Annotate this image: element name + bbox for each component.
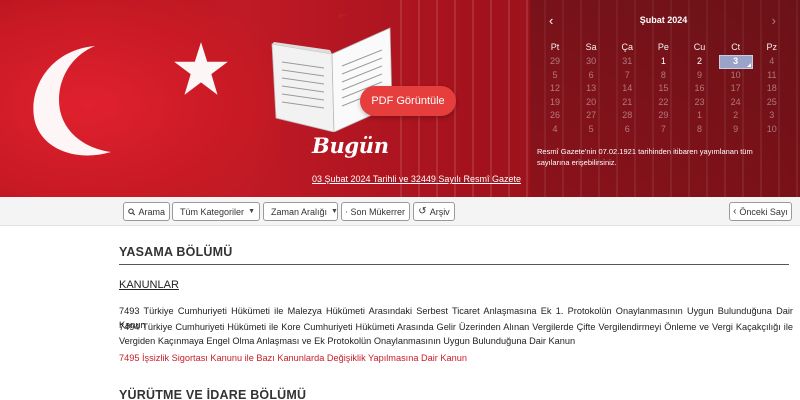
calendar-header: ‹ Şubat 2024 › — [537, 12, 790, 32]
law-link[interactable]: 7495 İşsizlik Sigortası Kanunu ile Bazı … — [119, 353, 467, 363]
section-title: YASAMA BÖLÜMÜ — [119, 245, 233, 259]
time-range-select[interactable]: Zaman Aralığı ▼ — [263, 202, 338, 221]
calendar-day: 10 — [766, 123, 777, 134]
weekday-label: Cu — [693, 42, 706, 52]
calendar-day: 21 — [622, 96, 633, 107]
previous-day-button[interactable]: ‹ Önceki Sayı — [729, 202, 792, 221]
archive-label: Arşiv — [429, 206, 450, 217]
calendar-day: 4 — [769, 56, 775, 66]
calendar-day: 5 — [588, 123, 594, 134]
calendar-day-selected[interactable]: 3 — [718, 55, 754, 69]
previous-day-label: Önceki Sayı — [739, 206, 788, 217]
newspaper-icon — [346, 210, 348, 213]
chevron-left-icon: ‹ — [733, 205, 737, 217]
archive-button[interactable]: ↺ Arşiv — [413, 202, 455, 221]
calendar-day: 15 — [658, 83, 669, 93]
today-gazette-link[interactable]: 03 Şubat 2024 Tarihli ve 32449 Sayılı Re… — [312, 174, 521, 184]
calendar-day: 27 — [586, 110, 597, 120]
calendar: ‹ Şubat 2024 › Pt Sa Ça Pe Cu Ct Pz 29 3… — [537, 12, 790, 137]
calendar-day: 6 — [588, 69, 594, 80]
calendar-day: 29 — [658, 110, 669, 120]
weekday-label: Pe — [657, 42, 669, 52]
category-select-label: Tüm Kategoriler — [180, 206, 245, 217]
calendar-day: 9 — [733, 123, 739, 134]
calendar-day: 5 — [552, 69, 558, 80]
previous-issues-button[interactable]: Son Mükerrer — [341, 202, 410, 221]
search-button-label: Arama — [138, 206, 165, 217]
calendar-day: 14 — [622, 83, 633, 93]
calendar-day: 6 — [624, 123, 630, 134]
section-divider — [119, 264, 789, 265]
calendar-day: 28 — [622, 110, 633, 120]
law-item[interactable]: 7494 Türkiye Cumhuriyeti Hükümeti ile Ko… — [119, 320, 793, 348]
calendar-day: 2 — [733, 110, 739, 120]
calendar-day: 30 — [586, 56, 597, 66]
calendar-day: 8 — [660, 69, 666, 80]
main-content: YASAMA BÖLÜMÜ KANUNLAR 7493 Türkiye Cumh… — [0, 226, 800, 400]
star-icon — [174, 42, 228, 95]
weekday-label: Ct — [731, 42, 741, 52]
calendar-day: 13 — [586, 83, 597, 93]
calendar-day: 22 — [658, 96, 669, 107]
calendar-day: 23 — [694, 96, 705, 107]
calendar-day: 9 — [697, 69, 703, 80]
calendar-day[interactable]: 1 — [645, 55, 681, 69]
calendar-day: 17 — [730, 83, 741, 93]
weekday-label: Pz — [766, 42, 778, 52]
calendar-day: 3 — [769, 110, 775, 120]
calendar-month-title[interactable]: Şubat 2024 — [537, 15, 790, 25]
calendar-day: 31 — [622, 56, 633, 66]
time-range-select-label: Zaman Aralığı — [271, 206, 328, 217]
calendar-day: 16 — [694, 83, 705, 93]
search-button[interactable]: Arama — [123, 202, 170, 221]
calendar-day: 1 — [697, 110, 703, 120]
history-icon: ↺ — [418, 205, 427, 217]
today-title: Bugün — [312, 133, 389, 158]
crescent-icon — [33, 46, 111, 156]
law-item[interactable]: 7495 İşsizlik Sigortası Kanunu ile Bazı … — [119, 351, 793, 365]
search-icon — [128, 208, 136, 215]
chevron-right-icon: › — [771, 13, 776, 28]
calendar-day: 20 — [586, 96, 597, 107]
previous-issues-label: Son Mükerrer — [350, 206, 405, 217]
calendar-day: 8 — [697, 123, 703, 134]
calendar-day: 7 — [624, 69, 630, 80]
calendar-day: 19 — [550, 96, 561, 107]
archive-note: Resmî Gazete'nin 07.02.1921 tarihinden i… — [537, 147, 753, 167]
category-select[interactable]: Tüm Kategoriler ▼ — [172, 202, 260, 221]
weekday-label: Sa — [585, 42, 597, 52]
calendar-day: 10 — [730, 69, 741, 80]
section-title: YÜRÜTME VE İDARE BÖLÜMÜ — [119, 388, 307, 400]
pdf-view-button[interactable]: PDF Görüntüle — [360, 86, 456, 116]
calendar-day: 29 — [550, 56, 561, 66]
toolbar: Arama Tüm Kategoriler ▼ Zaman Aralığı ▼ … — [0, 197, 800, 226]
chevron-down-icon: ▼ — [331, 208, 338, 215]
weekday-label: Pt — [550, 42, 560, 52]
calendar-day: 4 — [552, 123, 558, 134]
calendar-day: 12 — [550, 83, 561, 93]
subsection-title: KANUNLAR — [119, 279, 179, 291]
calendar-day: 7 — [660, 123, 666, 134]
calendar-day: 24 — [730, 96, 741, 107]
calendar-day: 26 — [550, 110, 561, 120]
weekday-label: Ça — [621, 42, 634, 52]
calendar-day: 18 — [766, 83, 777, 93]
calendar-day[interactable]: 2 — [682, 55, 718, 69]
hero-banner: PDF Görüntüle Bugün 03 Şubat 2024 Tarihl… — [0, 0, 800, 197]
calendar-day: 11 — [767, 69, 777, 80]
chevron-down-icon: ▼ — [248, 208, 255, 215]
calendar-day: 25 — [766, 96, 777, 107]
calendar-grid: Pt Sa Ça Pe Cu Ct Pz 29 30 31 1 2 3 4 5 … — [537, 40, 790, 136]
law-link[interactable]: 7494 Türkiye Cumhuriyeti Hükümeti ile Ko… — [119, 322, 793, 346]
